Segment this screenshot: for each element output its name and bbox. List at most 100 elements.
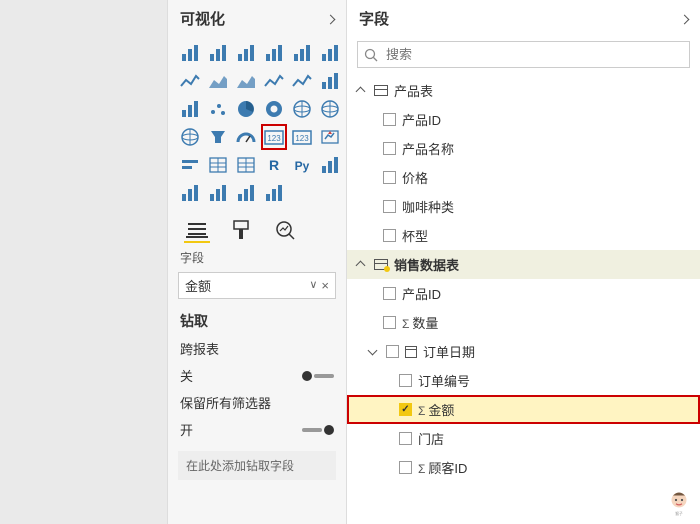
viz-clustered-bar-icon[interactable] — [206, 41, 230, 65]
viz-scatter-icon[interactable] — [206, 97, 230, 121]
collapse-panel-icon[interactable] — [327, 10, 334, 27]
cross-report-toggle[interactable] — [302, 371, 334, 381]
checkbox[interactable] — [383, 229, 396, 242]
field-价格[interactable]: 价格 — [347, 163, 700, 192]
checkbox[interactable] — [383, 171, 396, 184]
checkbox[interactable] — [399, 374, 412, 387]
checkbox[interactable] — [383, 316, 396, 329]
field-well-value: 金额 — [185, 276, 211, 295]
viz-stacked-bar-icon[interactable] — [178, 41, 202, 65]
table-销售数据表[interactable]: 销售数据表 — [347, 250, 700, 279]
checkbox[interactable] — [383, 142, 396, 155]
checkbox[interactable] — [383, 113, 396, 126]
svg-text:R: R — [269, 157, 279, 173]
viz-gallery: 123 123 R Py — [168, 37, 346, 213]
viz-key-inf-icon[interactable] — [318, 153, 342, 177]
field-门店[interactable]: 门店 — [347, 424, 700, 453]
field-顾客ID[interactable]: 顾客ID — [347, 453, 700, 482]
checkbox[interactable] — [383, 200, 396, 213]
field-label: 产品ID — [402, 284, 441, 303]
viz-table-icon[interactable] — [206, 153, 230, 177]
viz-donut-icon[interactable] — [262, 97, 286, 121]
field-label: 产品名称 — [402, 139, 454, 158]
viz-line-col2-icon[interactable] — [290, 69, 314, 93]
table-icon — [374, 85, 388, 96]
keep-filters-state: 开 — [180, 420, 193, 439]
viz-card-icon[interactable]: 123 — [262, 125, 286, 149]
field-label: 价格 — [402, 168, 428, 187]
field-订单日期[interactable]: 订单日期 — [347, 337, 700, 366]
watermark-icon: 猴子 — [664, 488, 694, 518]
viz-map-icon[interactable] — [318, 97, 342, 121]
search-input[interactable] — [384, 46, 683, 63]
viz-slicer-icon[interactable] — [178, 153, 202, 177]
checkbox[interactable] — [399, 461, 412, 474]
fields-tab[interactable] — [184, 217, 210, 243]
viz-r-icon[interactable]: R — [262, 153, 286, 177]
field-产品ID[interactable]: 产品ID — [347, 105, 700, 134]
viz-paginated-icon[interactable] — [234, 181, 258, 205]
svg-text:123: 123 — [295, 134, 309, 143]
viz-ribbon-icon[interactable] — [318, 69, 342, 93]
search-box[interactable] — [357, 41, 690, 68]
viz-waterfall-icon[interactable] — [178, 97, 202, 121]
field-数量[interactable]: 数量 — [347, 308, 700, 337]
viz-filled-map-icon[interactable] — [178, 125, 202, 149]
viz-clustered-col-icon[interactable] — [262, 41, 286, 65]
checkbox[interactable] — [383, 287, 396, 300]
viz-custom-icon[interactable] — [262, 181, 286, 205]
viz-decomp-icon[interactable] — [178, 181, 202, 205]
viz-clustered-col-100-icon[interactable] — [318, 41, 342, 65]
viz-pie-icon[interactable] — [234, 97, 258, 121]
fields-panel: 字段 产品表产品ID产品名称价格咖啡种类杯型 销售数据表产品ID数量订单日期订单… — [347, 0, 700, 524]
viz-gauge-icon[interactable] — [234, 125, 258, 149]
field-咖啡种类[interactable]: 咖啡种类 — [347, 192, 700, 221]
field-well-remove-icon[interactable]: × — [321, 278, 329, 293]
viz-multi-row-card-icon[interactable]: 123 — [290, 125, 314, 149]
field-well[interactable]: 金额 ∨ × — [178, 272, 336, 299]
viz-kpi-icon[interactable] — [318, 125, 342, 149]
table-产品表[interactable]: 产品表 — [347, 76, 700, 105]
table-name: 产品表 — [394, 81, 433, 100]
viz-panel-title: 可视化 — [180, 8, 225, 29]
field-金额[interactable]: 金额 — [347, 395, 700, 424]
field-产品ID[interactable]: 产品ID — [347, 279, 700, 308]
checkbox[interactable] — [386, 345, 399, 358]
viz-tabs — [168, 213, 346, 245]
checkbox[interactable] — [399, 403, 412, 416]
table-icon — [374, 259, 388, 270]
viz-stacked-col-icon[interactable] — [234, 41, 258, 65]
viz-stacked-area-icon[interactable] — [234, 69, 258, 93]
viz-py-icon[interactable]: Py — [290, 153, 314, 177]
field-杯型[interactable]: 杯型 — [347, 221, 700, 250]
keep-filters-toggle[interactable] — [302, 425, 334, 435]
field-产品名称[interactable]: 产品名称 — [347, 134, 700, 163]
svg-text:猴子: 猴子 — [675, 511, 683, 516]
viz-area-icon[interactable] — [206, 69, 230, 93]
field-label: 门店 — [418, 429, 444, 448]
field-well-dropdown-icon[interactable]: ∨ — [309, 278, 317, 293]
table-name: 销售数据表 — [394, 255, 459, 274]
svg-text:123: 123 — [267, 134, 281, 143]
viz-matrix-icon[interactable] — [234, 153, 258, 177]
field-label: 咖啡种类 — [402, 197, 454, 216]
format-tab[interactable] — [228, 217, 254, 243]
fields-panel-title: 字段 — [359, 8, 389, 29]
expand-icon — [357, 83, 368, 98]
viz-stacked-col-100-icon[interactable] — [290, 41, 314, 65]
expand-field-icon[interactable] — [369, 344, 380, 359]
keep-filters-label: 保留所有筛选器 — [180, 393, 271, 412]
viz-line-icon[interactable] — [178, 69, 202, 93]
viz-qna-icon[interactable] — [206, 181, 230, 205]
viz-funnel-icon[interactable] — [206, 125, 230, 149]
drill-drop-area[interactable]: 在此处添加钻取字段 — [178, 451, 336, 480]
analytics-tab[interactable] — [272, 217, 298, 243]
viz-line-col-icon[interactable] — [262, 69, 286, 93]
checkbox[interactable] — [399, 432, 412, 445]
field-label: 产品ID — [402, 110, 441, 129]
calendar-icon — [405, 346, 417, 358]
field-订单编号[interactable]: 订单编号 — [347, 366, 700, 395]
collapse-fields-icon[interactable] — [681, 10, 688, 27]
viz-treemap-icon[interactable] — [290, 97, 314, 121]
field-label: 订单编号 — [418, 371, 470, 390]
